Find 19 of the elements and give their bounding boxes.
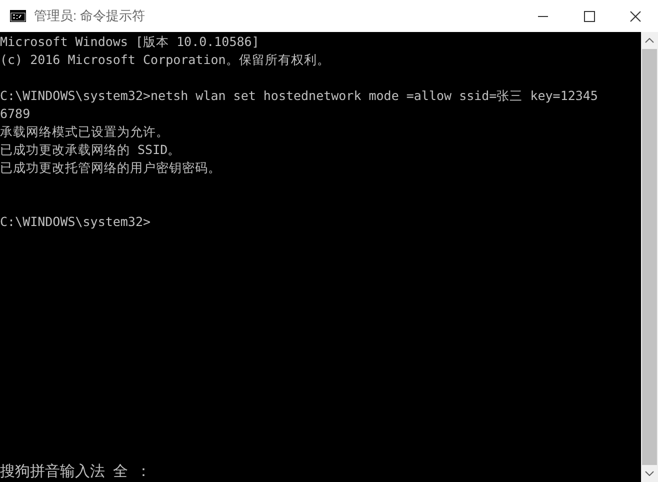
- scroll-up-icon[interactable]: [645, 38, 654, 43]
- maximize-icon: [584, 10, 594, 22]
- close-icon: [630, 10, 640, 22]
- console-line: (c) 2016 Microsoft Corporation。保留所有权利。: [0, 51, 331, 69]
- ime-name: 搜狗拼音输入法: [0, 461, 105, 481]
- window-title: 管理员: 命令提示符: [34, 7, 146, 26]
- ime-mode: 全: [113, 461, 128, 481]
- ime-punctuation: ：: [136, 461, 151, 481]
- console-line: 已成功更改托管网络的用户密钥密码。: [0, 159, 222, 177]
- scroll-down-icon[interactable]: [645, 471, 654, 476]
- console-line: 已成功更改承载网络的 SSID。: [0, 141, 182, 159]
- console-icon: [10, 10, 26, 22]
- console-line: C:\WINDOWS\system32>netsh wlan set hostednetwork mode =allow ssid=张三 key=12345: [0, 87, 599, 105]
- command-prompt: C:\WINDOWS\system32>: [0, 213, 152, 231]
- console-line: 承载网络模式已设置为允许。: [0, 123, 170, 141]
- scroll-thumb[interactable]: [642, 49, 657, 465]
- console-line: Microsoft Windows [版本 10.0.10586]: [0, 33, 260, 51]
- console-line: 6789: [0, 105, 32, 123]
- scrollbar[interactable]: [641, 32, 658, 482]
